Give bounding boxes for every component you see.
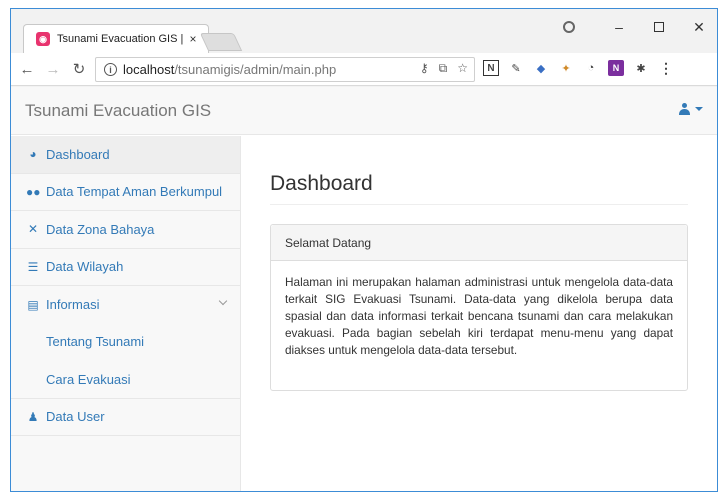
sidebar-item-zona-bahaya[interactable]: ✕ Data Zona Bahaya: [11, 211, 240, 249]
browser-window: ◉ Tsunami Evacuation GIS | × – ✕ ← → ↻ i…: [10, 8, 718, 492]
maximize-icon: [654, 22, 664, 32]
extension-n-icon[interactable]: N: [483, 60, 499, 76]
profile-icon: [563, 21, 575, 33]
bookmark-star-icon[interactable]: ☆: [457, 61, 468, 76]
sidebar-item-informasi[interactable]: ▤ Informasi: [11, 286, 240, 324]
caret-down-icon: [695, 107, 703, 111]
sidebar-item-label: Data Wilayah: [46, 259, 124, 275]
sidebar: ◕ Dashboard ●● Data Tempat Aman Berkumpu…: [11, 136, 241, 491]
user-icon: ♟: [27, 409, 39, 424]
bug-icon[interactable]: ✱: [633, 60, 649, 76]
sidebar-subitem-tentang-tsunami[interactable]: Tentang Tsunami: [11, 324, 240, 362]
web-page: Tsunami Evacuation GIS ◕ Dashboard ●● Da…: [11, 87, 717, 491]
sidebar-item-label: Data Zona Bahaya: [46, 221, 155, 237]
sidebar-item-label: Data User: [46, 409, 105, 425]
sidebar-item-data-user[interactable]: ♟ Data User: [11, 399, 240, 436]
sidebar-subitem-label: Cara Evakuasi: [46, 371, 131, 387]
chevron-down-icon: [218, 296, 228, 306]
sidebar-item-wilayah[interactable]: ☰ Data Wilayah: [11, 249, 240, 286]
site-info-icon[interactable]: i: [104, 63, 117, 76]
welcome-panel: Selamat Datang Halaman ini merupakan hal…: [270, 224, 688, 391]
browser-toolbar: ← → ↻ i localhost /tsunamigis/admin/main…: [11, 53, 717, 86]
title-divider: [270, 204, 688, 205]
extension-off-icon[interactable]: ✦: [558, 60, 574, 76]
url-path: /tsunamigis/admin/main.php: [174, 62, 337, 77]
sidebar-item-label: Dashboard: [46, 146, 110, 162]
shield-extension-icon[interactable]: ◆: [533, 60, 549, 76]
fullscreen-icon: ✕: [27, 222, 39, 237]
panel-body: Halaman ini merupakan halaman administra…: [285, 275, 673, 357]
eyedropper-icon[interactable]: ✎: [508, 60, 524, 76]
minimize-button[interactable]: –: [599, 15, 639, 39]
address-bar[interactable]: i localhost /tsunamigis/admin/main.php ⚷…: [95, 57, 475, 82]
list-alt-icon: ▤: [27, 297, 39, 312]
user-icon: [679, 103, 690, 115]
main-content: Dashboard Selamat Datang Halaman ini mer…: [242, 136, 717, 491]
browser-menu-icon[interactable]: ⋮: [658, 60, 674, 76]
app-favicon-icon: ◉: [36, 32, 50, 46]
url-host: localhost: [123, 62, 175, 77]
tab-close-icon[interactable]: ×: [184, 32, 202, 46]
onenote-icon[interactable]: N: [608, 60, 624, 76]
sidebar-subitem-cara-evakuasi[interactable]: Cara Evakuasi: [11, 361, 240, 399]
page-title: Dashboard: [270, 172, 373, 195]
top-navbar: Tsunami Evacuation GIS: [11, 87, 717, 135]
list-icon: ☰: [27, 259, 39, 274]
tab-title: Tsunami Evacuation GIS |: [57, 33, 184, 45]
profile-button[interactable]: [559, 15, 579, 39]
navbar-brand[interactable]: Tsunami Evacuation GIS: [25, 101, 211, 121]
maximize-button[interactable]: [639, 15, 679, 39]
translate-icon[interactable]: ⧉: [439, 61, 448, 76]
panel-heading: Selamat Datang: [271, 225, 687, 261]
back-arrow-icon[interactable]: ←: [17, 59, 37, 79]
reload-icon[interactable]: ↻: [69, 59, 89, 79]
dashboard-icon: ◕: [29, 147, 37, 162]
close-window-button[interactable]: ✕: [679, 15, 717, 39]
speedometer-icon[interactable]: ◔: [583, 60, 599, 76]
sidebar-subitem-label: Tentang Tsunami: [46, 334, 145, 350]
sidebar-item-tempat-aman[interactable]: ●● Data Tempat Aman Berkumpul: [11, 174, 240, 211]
sidebar-item-label: Informasi: [46, 297, 100, 313]
users-icon: ●●: [26, 184, 41, 199]
browser-tab[interactable]: ◉ Tsunami Evacuation GIS | ×: [23, 24, 209, 53]
new-tab-button[interactable]: [199, 33, 243, 51]
key-icon[interactable]: ⚷: [420, 61, 429, 76]
user-dropdown-toggle[interactable]: [679, 103, 703, 115]
sidebar-item-label: Data Tempat Aman Berkumpul: [46, 184, 223, 200]
forward-arrow-icon[interactable]: →: [43, 59, 63, 79]
sidebar-item-dashboard[interactable]: ◕ Dashboard: [11, 136, 240, 174]
title-bar: ◉ Tsunami Evacuation GIS | × – ✕: [11, 9, 717, 53]
